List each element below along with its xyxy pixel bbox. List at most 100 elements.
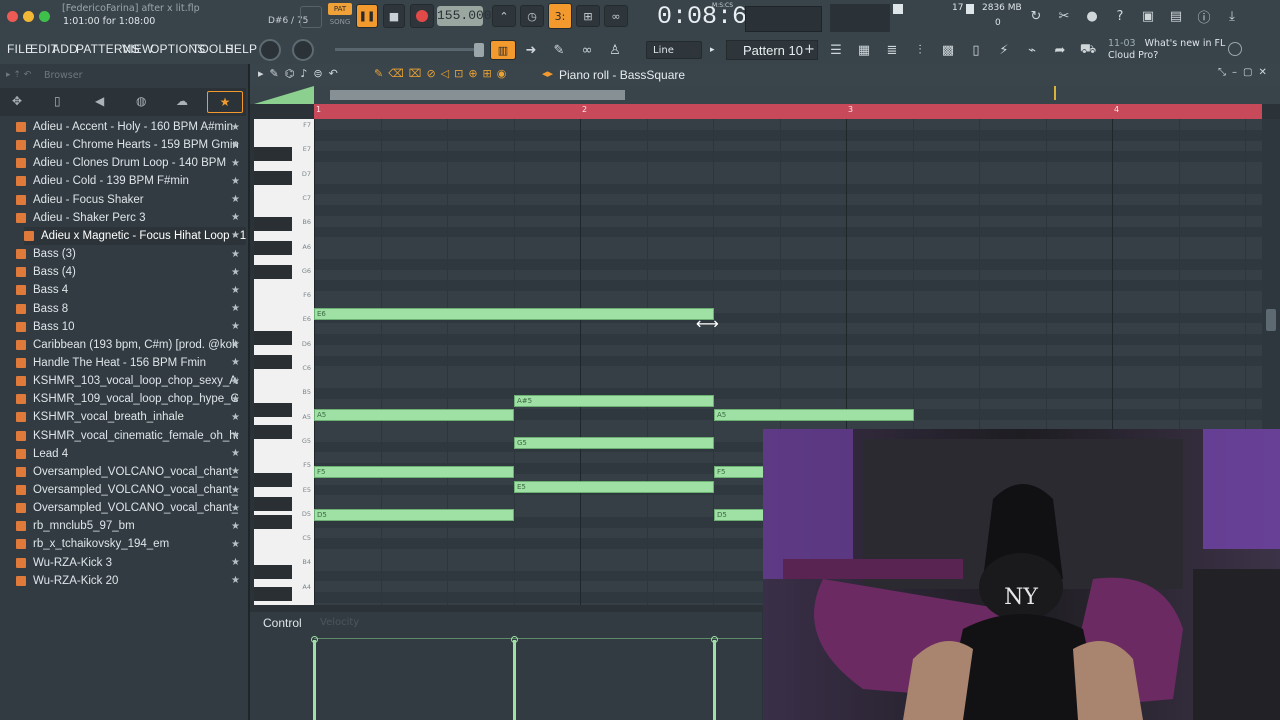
favorite-star-icon[interactable]: ★: [231, 339, 240, 350]
horizontal-scrollbar[interactable]: [330, 90, 625, 100]
black-key[interactable]: [254, 355, 292, 369]
browser-item[interactable]: Bass (4) ★: [16, 263, 246, 281]
browser-item[interactable]: KSHMR_vocal_cinematic_female_oh_ha_oh_yo…: [16, 427, 246, 445]
window-controls[interactable]: ⤡–▢✕: [1218, 67, 1273, 78]
black-key[interactable]: [254, 331, 292, 345]
countdown-button[interactable]: 3:: [548, 3, 572, 29]
plugin-button[interactable]: ⚡: [993, 40, 1015, 60]
link-button[interactable]: ∞: [576, 40, 598, 60]
browser-item[interactable]: Adieu - Accent - Holy - 160 BPM A#min ★: [16, 118, 246, 136]
favorite-star-icon[interactable]: ★: [231, 448, 240, 459]
save-button[interactable]: ▣: [1137, 6, 1159, 26]
snap-select[interactable]: Line: [646, 41, 702, 59]
browser-nav-icon[interactable]: ▸ ⇡ ↶: [6, 70, 31, 80]
browser-item[interactable]: Oversampled_VOLCANO_vocal_chant_core ★: [16, 463, 246, 481]
favorite-star-icon[interactable]: ★: [231, 230, 240, 241]
favorite-star-icon[interactable]: ★: [231, 285, 240, 296]
maximize-window-button[interactable]: [39, 11, 50, 22]
browser-button[interactable]: ▩: [937, 40, 959, 60]
mixer-button[interactable]: ⫶: [909, 40, 931, 60]
favorite-star-icon[interactable]: ★: [231, 376, 240, 387]
tempo-display[interactable]: 155.000: [437, 6, 492, 26]
favorite-star-icon[interactable]: ★: [231, 140, 240, 151]
piano-roll-toggle[interactable]: ▥: [490, 40, 516, 60]
browser-item[interactable]: Adieu - Focus Shaker ★: [16, 191, 246, 209]
favorite-star-icon[interactable]: ★: [231, 158, 240, 169]
black-key[interactable]: [254, 425, 292, 439]
midi-note[interactable]: G5: [514, 437, 714, 449]
menu-add[interactable]: ADD: [52, 42, 78, 56]
browser-item[interactable]: Bass 8 ★: [16, 300, 246, 318]
browser-item[interactable]: Lead 4 ★: [16, 445, 246, 463]
hint-bar-button[interactable]: [300, 6, 322, 28]
browser-cloud-tab[interactable]: ☁: [176, 94, 188, 108]
master-volume-knob[interactable]: [259, 39, 281, 61]
control-label[interactable]: Control: [263, 616, 302, 630]
browser-item[interactable]: Bass (3) ★: [16, 245, 246, 263]
browser-item[interactable]: KSHMR_vocal_breath_inhale ★: [16, 408, 246, 426]
browser-favorites-tab[interactable]: ★: [207, 91, 243, 113]
favorite-star-icon[interactable]: ★: [231, 212, 240, 223]
master-pitch-knob[interactable]: [292, 39, 314, 61]
velocity-bar[interactable]: [513, 640, 516, 720]
pause-button[interactable]: ❚❚: [356, 4, 378, 28]
download-button[interactable]: ⤓: [1221, 6, 1243, 26]
browser-item[interactable]: Bass 10 ★: [16, 318, 246, 336]
menu-help[interactable]: HELP: [225, 42, 257, 56]
velocity-bar[interactable]: [713, 640, 716, 720]
stamp-button[interactable]: ♙: [604, 40, 626, 60]
online-icon[interactable]: [1228, 42, 1242, 56]
draw-mode-button[interactable]: ✎: [548, 40, 570, 60]
favorite-star-icon[interactable]: ★: [231, 321, 240, 332]
close-window-button[interactable]: [7, 11, 18, 22]
control-param[interactable]: Velocity: [320, 617, 359, 628]
menu-view[interactable]: VIEW: [122, 42, 153, 56]
render-button[interactable]: ▤: [1165, 6, 1187, 26]
favorite-star-icon[interactable]: ★: [231, 249, 240, 260]
favorite-star-icon[interactable]: ★: [231, 521, 240, 532]
favorite-star-icon[interactable]: ★: [231, 503, 240, 514]
midi-note[interactable]: A5: [714, 409, 914, 421]
browser-online-tab[interactable]: ◍: [136, 94, 146, 108]
browser-item[interactable]: Adieu - Chrome Hearts - 159 BPM Gmin ★: [16, 136, 246, 154]
wait-record-button[interactable]: ◷: [520, 5, 544, 27]
channel-rack-button[interactable]: ▦: [853, 40, 875, 60]
loop-record-button[interactable]: ∞: [604, 5, 628, 27]
minimize-window-button[interactable]: [23, 11, 34, 22]
velocity-bar[interactable]: [313, 640, 316, 720]
black-key[interactable]: [254, 497, 292, 511]
midi-note[interactable]: A#5: [514, 395, 714, 407]
black-key[interactable]: [254, 515, 292, 529]
song-mode-button[interactable]: SONG: [328, 16, 352, 28]
black-key[interactable]: [254, 587, 292, 601]
next-button[interactable]: ➜: [520, 40, 542, 60]
favorite-star-icon[interactable]: ★: [231, 575, 240, 586]
step-edit-button[interactable]: ⊞: [576, 5, 600, 27]
pat-mode-button[interactable]: PAT: [328, 3, 352, 15]
browser-item[interactable]: Oversampled_VOLCANO_vocal_chant_go ★: [16, 481, 246, 499]
favorite-star-icon[interactable]: ★: [231, 539, 240, 550]
favorite-star-icon[interactable]: ★: [231, 357, 240, 368]
undo-history-button[interactable]: ↻: [1025, 6, 1047, 26]
news-panel[interactable]: 11-03 What's new in FL: [1108, 38, 1225, 49]
browser-item[interactable]: Adieu - Clones Drum Loop - 140 BPM ★: [16, 154, 246, 172]
black-key[interactable]: [254, 171, 292, 185]
browser-item[interactable]: Handle The Heat - 156 BPM Fmin ★: [16, 354, 246, 372]
browser-plugins-tab[interactable]: ◀: [95, 94, 104, 108]
midi-note[interactable]: E6: [314, 308, 714, 320]
favorite-star-icon[interactable]: ★: [231, 303, 240, 314]
record-button[interactable]: [410, 4, 434, 28]
piano-keyboard[interactable]: F7 E7 D7 C7 B6 A6 G6 F6 E6 D6 C6 B5 A5 G5 F5 E5 D5 C5 B4 A4: [254, 119, 314, 605]
midi-note[interactable]: D5: [314, 509, 514, 521]
pick-button[interactable]: ⌁: [1021, 40, 1043, 60]
browser-item[interactable]: Wu-RZA-Kick 20 ★: [16, 572, 246, 590]
metronome-button[interactable]: ⌃: [492, 5, 516, 27]
add-pattern-button[interactable]: +: [804, 41, 816, 59]
stop-button[interactable]: ■: [383, 4, 405, 28]
mic-button[interactable]: ●: [1081, 6, 1103, 26]
browser-files-tab[interactable]: ▯: [54, 94, 61, 108]
midi-note[interactable]: A5: [314, 409, 514, 421]
browser-item[interactable]: Oversampled_VOLCANO_vocal_chant_scream★: [16, 499, 246, 517]
edit-tools[interactable]: ✎⌫⌧⊘◁⊡⊕⊞◉: [374, 67, 511, 80]
browser-all-tab[interactable]: ✥: [12, 94, 22, 108]
